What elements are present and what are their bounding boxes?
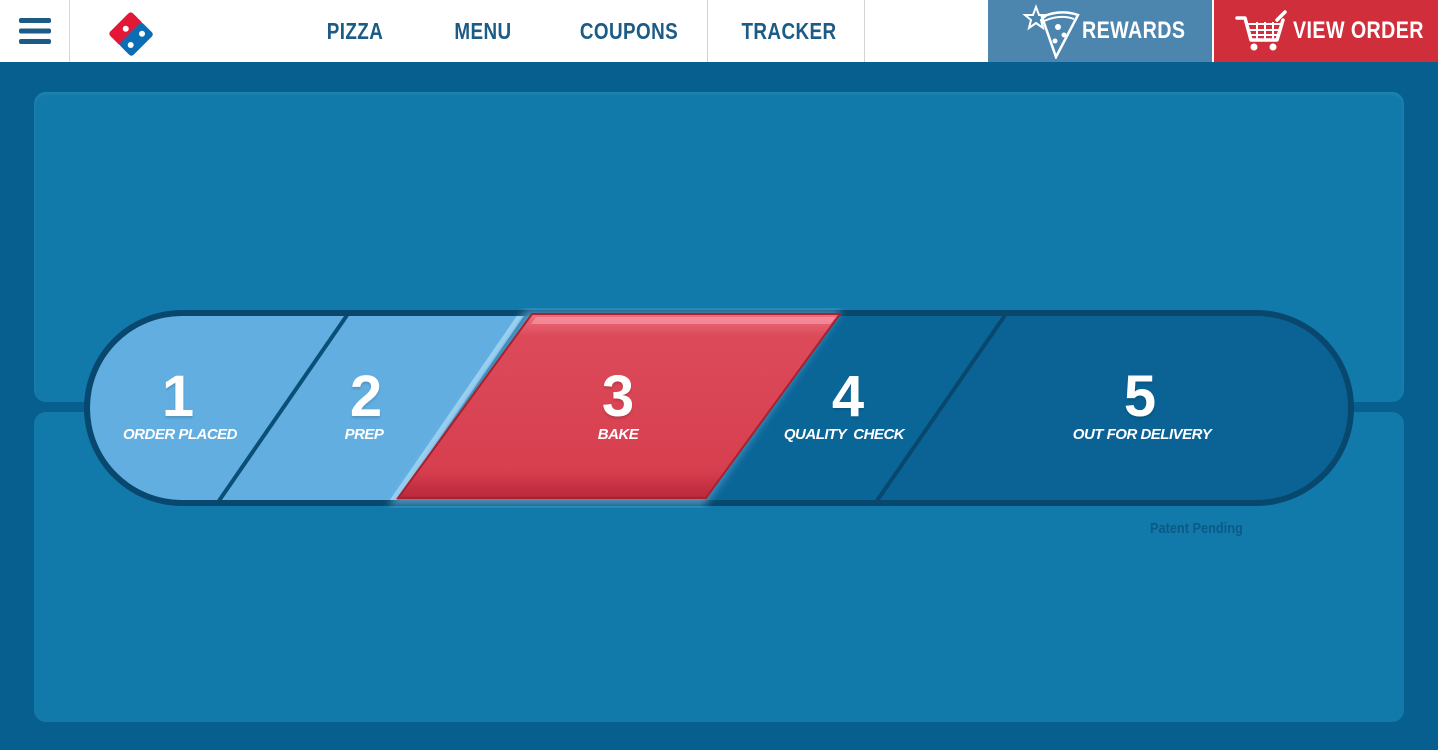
rewards-button[interactable]: REWARDS [988, 0, 1212, 62]
nav-tracker[interactable]: TRACKER [741, 0, 836, 62]
hamburger-icon [18, 18, 51, 44]
view-order-label: VIEW ORDER [1293, 17, 1424, 44]
step-4-number: 4 [831, 364, 865, 429]
step-4-label: QUALITY CHECK [783, 426, 905, 443]
nav-coupons[interactable]: COUPONS [580, 0, 678, 62]
view-order-button[interactable]: VIEW ORDER [1214, 0, 1438, 62]
nav-divider [864, 0, 865, 62]
step-3-number: 3 [601, 364, 635, 429]
step-2-label: PREP [344, 426, 384, 443]
star-pizza-icon [1022, 4, 1080, 59]
patent-note: Patent Pending [1150, 520, 1243, 537]
step-1-number: 1 [161, 364, 195, 429]
top-nav-bar: PIZZA MENU COUPONS TRACKER REWARDS VIEW … [0, 0, 1438, 62]
nav-menu[interactable]: MENU [453, 0, 514, 62]
step-3-label: BAKE [597, 426, 639, 443]
order-tracker: 1 ORDER PLACED 2 PREP 3 BAKE 4 QUALITY C… [82, 308, 1356, 508]
dominos-logo[interactable] [100, 8, 160, 58]
cart-icon [1235, 10, 1287, 51]
nav-divider [707, 0, 708, 62]
step-5-label: OUT FOR DELIVERY [1072, 426, 1212, 443]
nav-pizza[interactable]: PIZZA [325, 0, 386, 62]
rewards-label: REWARDS [1082, 17, 1186, 44]
step-5-number: 5 [1123, 364, 1157, 429]
step-2-number: 2 [349, 364, 383, 429]
menu-button[interactable] [0, 0, 70, 62]
